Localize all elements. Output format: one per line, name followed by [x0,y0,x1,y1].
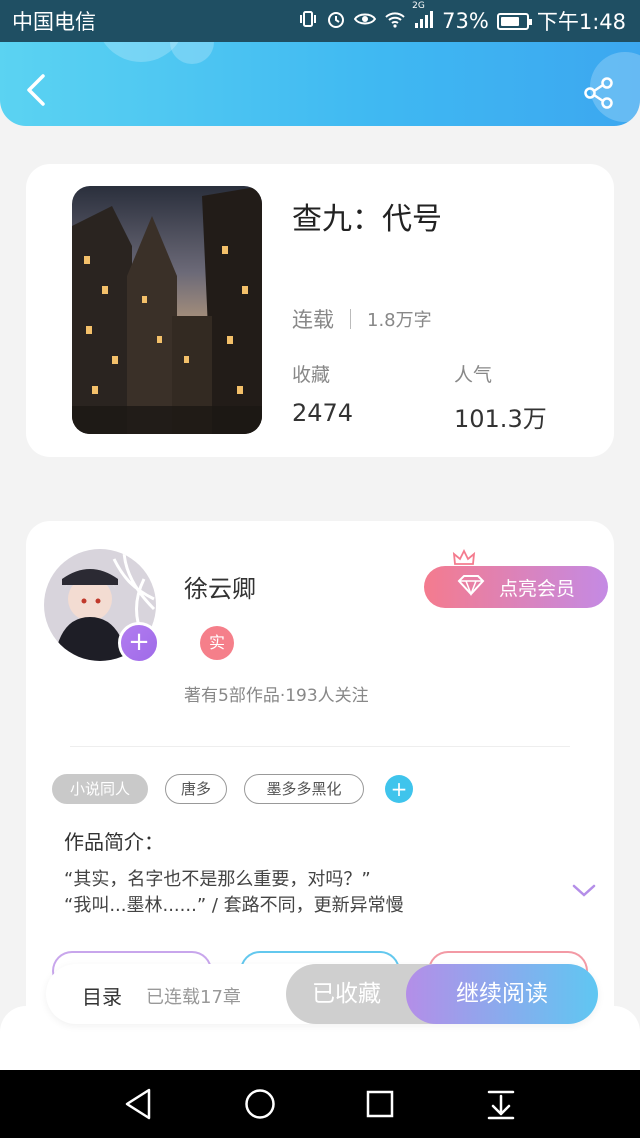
intro-label: 作品简介： [64,830,164,854]
network-type: 2G [412,0,425,11]
continue-reading-button[interactable]: 继续阅读 [406,964,598,1024]
word-count: 1.8万字 [367,310,432,331]
plus-icon: + [128,627,150,657]
chapter-count: 已连载17章 [146,987,241,1008]
vibrate-icon [298,9,318,34]
eye-icon [353,9,377,34]
author-name[interactable]: 徐云卿 [184,569,256,604]
plus-icon: + [390,777,408,801]
alarm-icon [326,9,346,34]
favorites-value: 2474 [292,399,354,427]
divider [70,746,570,747]
serial-status: 连载 [292,308,334,332]
popularity-value: 101.3万 [454,405,547,433]
nav-notification-button[interactable] [481,1084,521,1124]
status-bar: 中国电信 2G 73% 下午1:48 [0,0,640,42]
intro-line: “我叫...墨林......” / 套路不同，更新异常慢 [64,895,404,916]
author-stats: 著有5部作品·193人关注 [184,686,369,706]
popularity-stat: 人气 101.3万 [454,360,547,434]
status-icons: 2G 73% 下午1:48 [298,1,626,36]
share-icon [582,77,616,114]
battery-percent: 73% [442,9,489,33]
share-button[interactable] [582,76,618,112]
favorites-stat: 收藏 2474 [292,360,353,427]
add-tag-button[interactable]: + [385,775,413,803]
diamond-icon [457,574,485,601]
clock: 下午1:48 [536,10,626,34]
back-button[interactable] [18,72,54,112]
book-info-card: 查九：代号 连载 1.8万字 收藏 2474 人气 101.3万 [26,164,614,457]
signal-icon: 2G [412,1,434,34]
square-recents-icon [360,1090,400,1128]
carrier-label: 中国电信 [12,10,96,34]
tag-chip[interactable]: 唐多 [165,774,227,804]
wifi-icon [384,9,406,34]
favorites-label: 收藏 [292,364,331,386]
nav-home-button[interactable] [240,1084,280,1124]
popularity-label: 人气 [454,364,493,386]
follow-author-button[interactable]: + [118,622,160,664]
circle-home-icon [240,1089,280,1128]
chevron-left-icon [25,73,47,111]
nav-back-button[interactable] [119,1084,159,1124]
system-nav-bar [0,1070,640,1138]
battery-icon [496,12,532,30]
nav-recents-button[interactable] [360,1084,400,1124]
action-bar: 目录 已连载17章 已收藏 继续阅读 [46,964,598,1024]
book-cover[interactable] [72,186,262,434]
toc-button[interactable]: 目录 [82,981,122,1010]
meta-divider [350,309,351,329]
expand-intro-button[interactable] [572,883,596,899]
book-title: 查九：代号 [292,202,442,237]
chevron-down-icon [572,884,596,903]
vip-button[interactable]: 点亮会员 [424,566,608,608]
tag-chip[interactable]: 墨多多黑化 [244,774,364,804]
pull-down-icon [481,1090,521,1128]
tag-chip[interactable]: 小说同人 [52,774,148,804]
book-meta: 连载 1.8万字 [292,304,432,334]
intro-text: “其实，名字也不是那么重要，对吗？” “我叫...墨林......” / 套路不… [64,867,544,919]
triangle-back-icon [119,1088,159,1128]
battery-level [500,16,519,26]
intro-line: “其实，名字也不是那么重要，对吗？” [64,869,371,890]
verified-badge: 实 [200,626,234,660]
vip-button-label: 点亮会员 [498,577,575,600]
